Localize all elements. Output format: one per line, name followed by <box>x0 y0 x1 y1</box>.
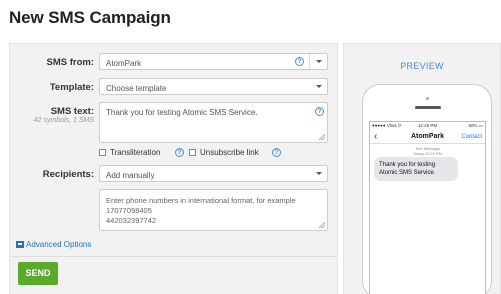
message-bubble: Thank you for testing Atomic SMS Service… <box>374 157 458 181</box>
sms-counter: 42 symbols, 1 SMS <box>33 117 94 124</box>
phone-numbers-textarea[interactable]: Enter phone numbers in international for… <box>99 189 328 231</box>
speaker-icon <box>415 106 441 109</box>
message-meta: Text Message Today 12:25 PM <box>370 146 485 156</box>
sms-text-label: SMS text: <box>50 106 94 117</box>
battery-indicator: 50% ▭ <box>468 123 483 128</box>
sms-from-help-icon[interactable]: ? <box>295 57 304 66</box>
preview-panel: PREVIEW ●●●●● Vfw1 ᐅ 12:25 PM 50% ▭ ‹ At… <box>343 43 501 294</box>
template-select[interactable]: Choose template <box>99 78 328 95</box>
sms-from-value: AtomPark <box>106 59 142 68</box>
select-divider <box>309 54 310 69</box>
sms-text-value: Thank you for testing Atomic SMS Service… <box>106 108 258 117</box>
page-title: New SMS Campaign <box>9 8 171 27</box>
unsubscribe-help-icon[interactable]: ? <box>272 148 281 157</box>
camera-icon <box>426 97 429 100</box>
template-value: Choose template <box>106 84 167 93</box>
recipients-value: Add manually <box>106 171 155 180</box>
template-label: Template: <box>49 82 94 93</box>
phone-screen: ●●●●● Vfw1 ᐅ 12:25 PM 50% ▭ ‹ AtomPark C… <box>369 121 486 294</box>
divider <box>10 256 337 257</box>
recipients-select[interactable]: Add manually <box>99 165 328 182</box>
contact-link: Contact <box>461 134 482 140</box>
chevron-down-icon[interactable] <box>316 60 322 63</box>
resize-handle-icon[interactable] <box>319 222 325 228</box>
sms-text-help-icon[interactable]: ? <box>315 107 324 116</box>
phone-numbers-placeholder: Enter phone numbers in international for… <box>106 196 296 225</box>
chevron-down-icon[interactable] <box>316 172 322 175</box>
send-button[interactable]: SEND <box>18 262 58 285</box>
recipients-label: Recipients: <box>42 169 94 180</box>
unsubscribe-label: Unsubscribe link <box>200 148 259 157</box>
phone-mockup: ●●●●● Vfw1 ᐅ 12:25 PM 50% ▭ ‹ AtomPark C… <box>362 84 492 294</box>
resize-handle-icon[interactable] <box>319 134 325 140</box>
advanced-options-label: Advanced Options <box>26 240 92 249</box>
campaign-form: SMS from: AtomPark ? Template: Choose te… <box>9 43 338 294</box>
sms-from-select[interactable]: AtomPark ? <box>99 53 328 70</box>
status-bar: ●●●●● Vfw1 ᐅ 12:25 PM 50% ▭ <box>370 122 485 130</box>
unsubscribe-checkbox[interactable] <box>189 149 196 156</box>
sms-text-area[interactable]: Thank you for testing Atomic SMS Service… <box>99 102 328 143</box>
transliteration-checkbox[interactable] <box>99 149 106 156</box>
transliteration-label: Transliteration <box>110 148 161 157</box>
transliteration-help-icon[interactable]: ? <box>175 148 184 157</box>
message-time: Today 12:25 PM <box>413 151 442 156</box>
chevron-down-icon[interactable] <box>316 85 322 88</box>
sms-from-label: SMS from: <box>46 57 95 68</box>
advanced-options-link[interactable]: Advanced Options <box>16 240 91 249</box>
window-icon <box>16 241 24 248</box>
preview-title: PREVIEW <box>400 61 444 71</box>
message-nav-bar: ‹ AtomPark Contact <box>370 130 485 144</box>
